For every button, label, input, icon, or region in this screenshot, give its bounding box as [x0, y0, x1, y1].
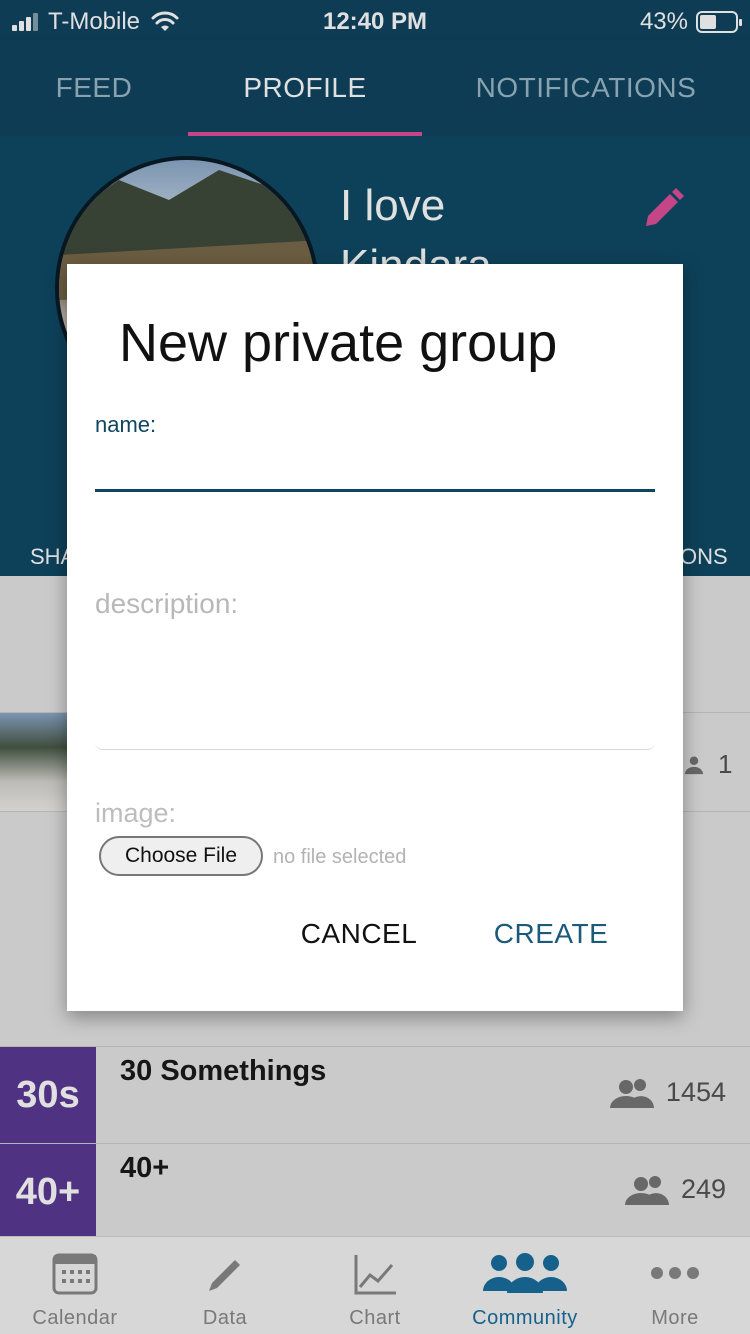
choose-file-button[interactable]: Choose File	[99, 836, 263, 876]
file-status-text: no file selected	[273, 846, 407, 868]
dialog-title: New private group	[119, 313, 558, 373]
name-label: name:	[95, 412, 157, 437]
group-name-input[interactable]	[95, 436, 655, 492]
description-input[interactable]	[95, 574, 655, 750]
cancel-button[interactable]: CANCEL	[297, 914, 421, 954]
image-label: image:	[95, 798, 177, 828]
new-group-dialog: New private group name: image: Choose Fi…	[67, 264, 683, 1011]
create-button[interactable]: CREATE	[491, 914, 611, 954]
